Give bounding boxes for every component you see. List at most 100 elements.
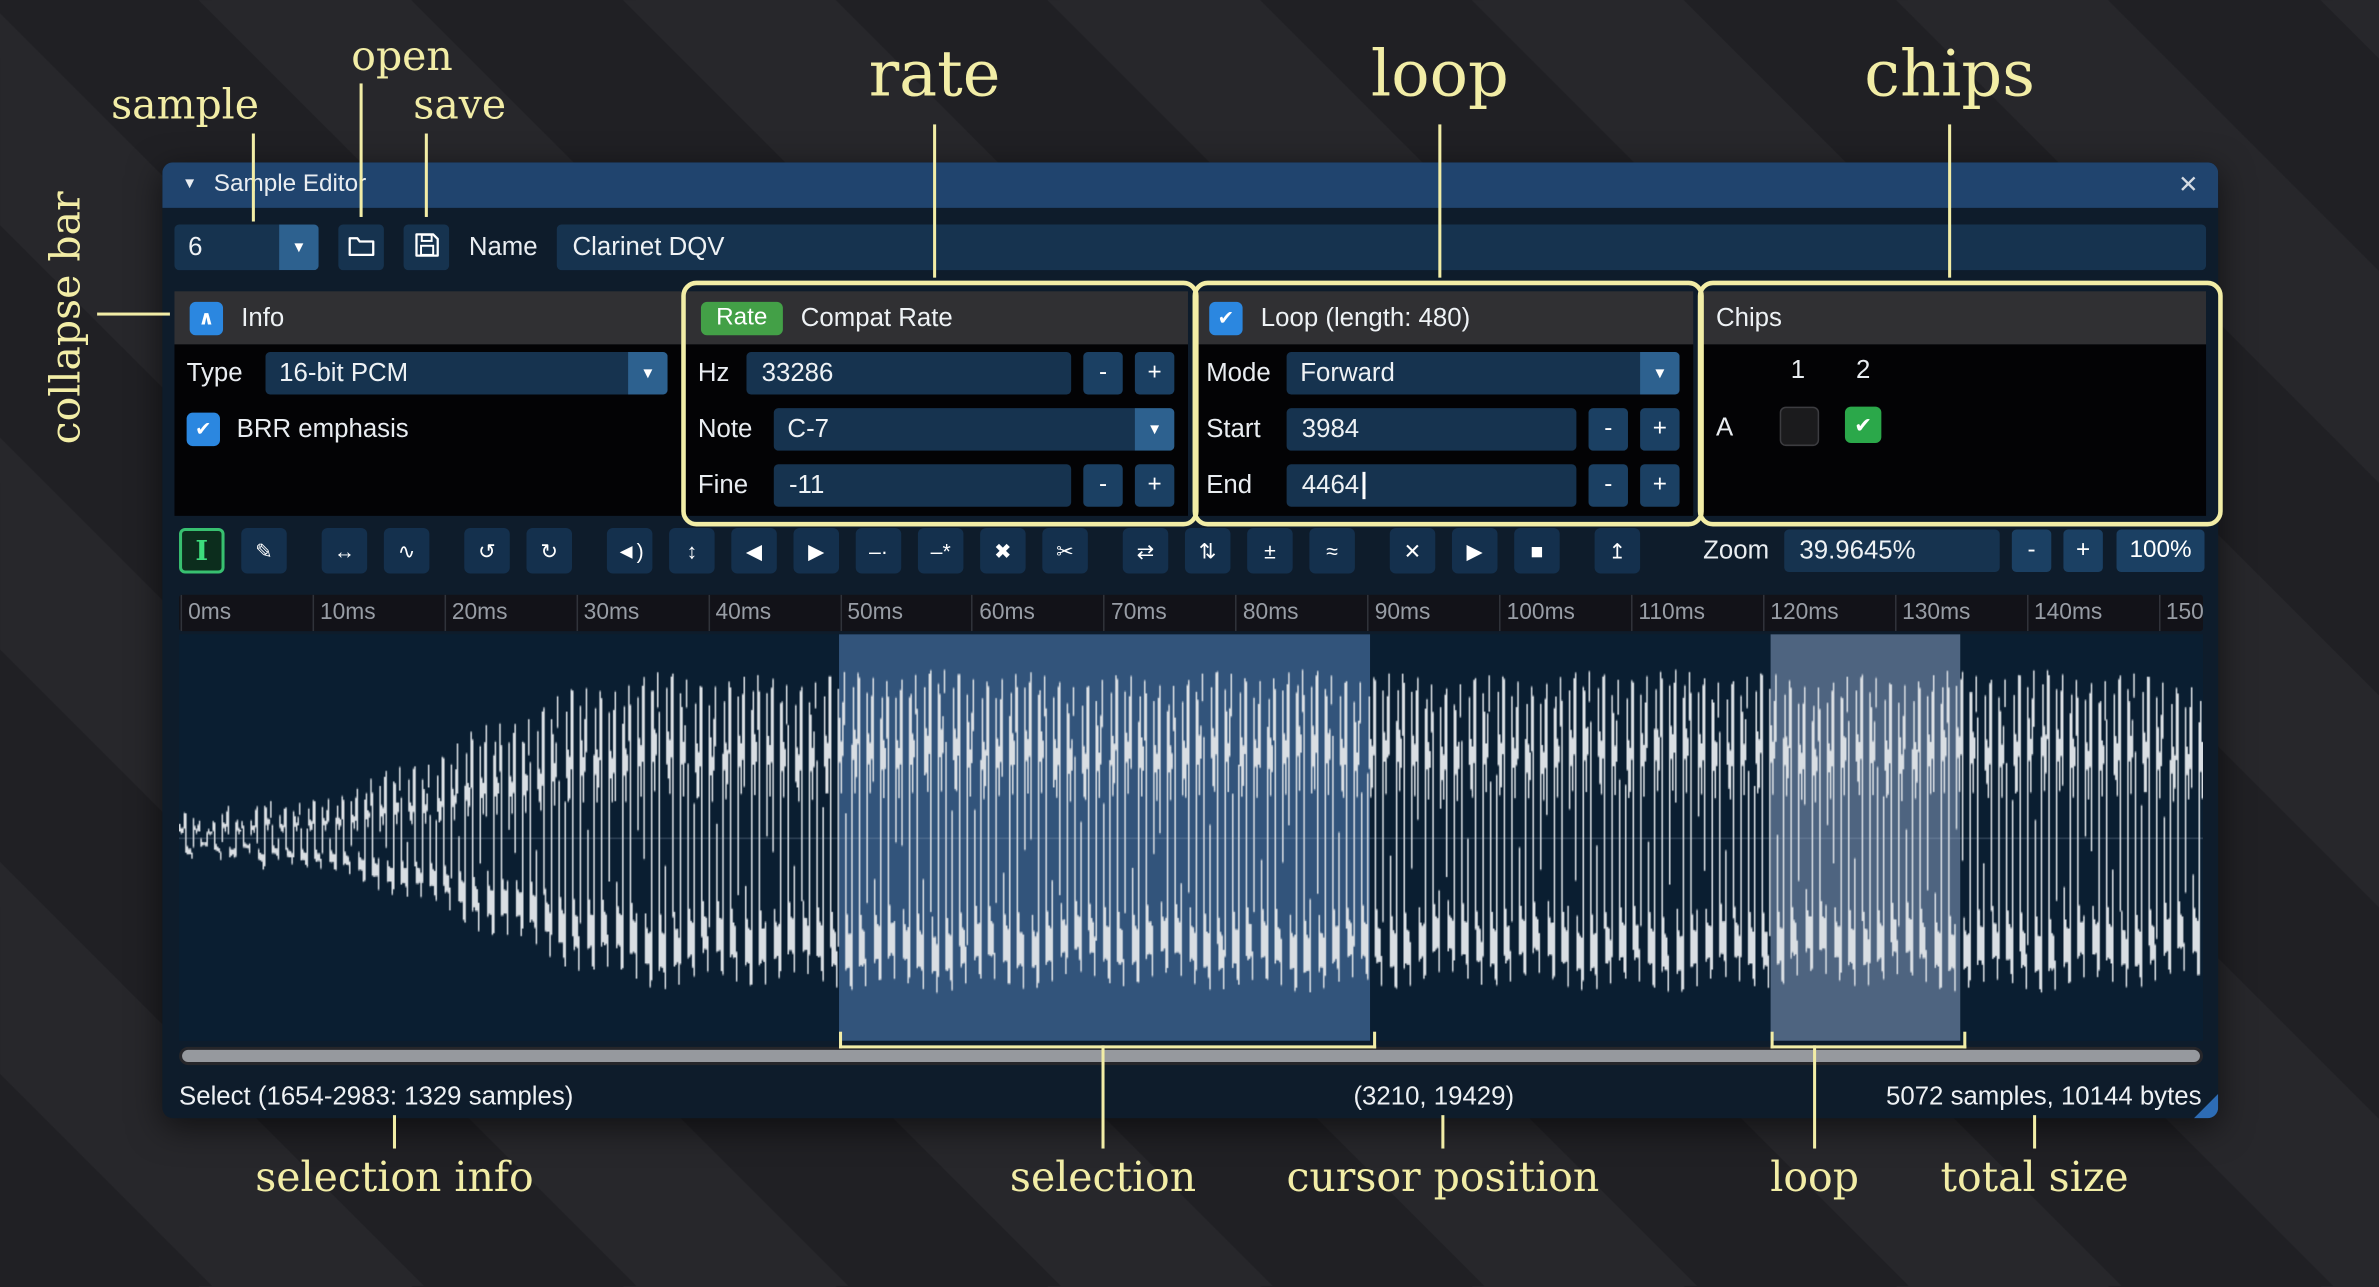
total-size-text: 5072 samples, 10144 bytes (1886, 1082, 2201, 1112)
apply-silence-button[interactable]: –* (918, 528, 964, 574)
annotation-line (933, 124, 936, 277)
hz-plus-button[interactable]: + (1135, 352, 1174, 394)
normalize-button[interactable]: ↕ (669, 528, 715, 574)
annotation-sample: sample (79, 82, 291, 129)
chips-section-header: Chips (1701, 291, 2206, 344)
fine-plus-button[interactable]: + (1135, 464, 1174, 506)
redo-icon: ↻ (540, 538, 558, 564)
zoom-input[interactable]: 39.9645% (1784, 530, 1999, 572)
draw-tool-button[interactable]: ✎ (241, 528, 287, 574)
rate-section-header: Rate Compat Rate (686, 291, 1188, 344)
chip-2-checkbox[interactable]: ✔ (1845, 407, 1881, 443)
stop-button[interactable]: ■ (1514, 528, 1560, 574)
loop-section-header: ✔ Loop (length: 480) (1194, 291, 1693, 344)
annotation-total-size: total size (1883, 1155, 2186, 1202)
sample-type-select[interactable]: 16-bit PCM ▼ (266, 352, 668, 394)
zoom-label: Zoom (1703, 536, 1769, 566)
select-tool-button[interactable]: I (179, 528, 225, 574)
name-input[interactable]: Clarinet DQV (557, 225, 2206, 271)
chip-1-checkbox[interactable] (1780, 407, 1819, 446)
collapse-info-button[interactable]: ∧ (190, 301, 223, 334)
invert-button[interactable]: ⇅ (1185, 528, 1231, 574)
ruler-tick (1763, 595, 1765, 631)
resize-grip[interactable] (2194, 1094, 2218, 1118)
chevron-down-icon[interactable]: ▼ (279, 225, 318, 271)
waveform-display[interactable] (179, 634, 2203, 1041)
reverse-button[interactable]: ⇄ (1123, 528, 1169, 574)
undo-button[interactable]: ↺ (464, 528, 510, 574)
resample-button[interactable]: ∿ (384, 528, 430, 574)
annotation-line (1102, 1045, 1105, 1148)
annotation-selection: selection (951, 1155, 1254, 1202)
trim-button[interactable]: ✂ (1042, 528, 1088, 574)
chip-row-label: A (1716, 413, 1733, 443)
screenshot-stage: ▼ Sample Editor ✕ 6 ▼ Name Clarinet DQV (0, 0, 2379, 1287)
invert-icon: ⇅ (1199, 538, 1217, 564)
loop-start-minus-button[interactable]: - (1589, 408, 1628, 450)
ruler-tick (1499, 595, 1501, 631)
resample-icon: ∿ (398, 538, 416, 564)
loop-end-input[interactable]: 4464 (1287, 464, 1577, 506)
crossfade-button[interactable]: ✕ (1390, 528, 1436, 574)
note-select[interactable]: C-7 ▼ (774, 408, 1175, 450)
annotation-line (1441, 1115, 1444, 1148)
reverse-icon: ⇄ (1137, 538, 1155, 564)
loop-section-body: Mode Forward ▼ Start 3984 - + End 4464 (1194, 344, 1693, 515)
insert-silence-button[interactable]: –· (856, 528, 902, 574)
timeline-ruler[interactable]: 0ms10ms20ms30ms40ms50ms60ms70ms80ms90ms1… (179, 595, 2203, 631)
preview-button[interactable]: ▶ (1452, 528, 1498, 574)
chip-column-1-label: 1 (1780, 355, 1816, 385)
fade-in-button[interactable]: ◀ (731, 528, 777, 574)
create-wavetable-button[interactable]: ↥ (1595, 528, 1641, 574)
loop-start-plus-button[interactable]: + (1640, 408, 1679, 450)
ruler-label: 10ms (320, 599, 376, 625)
chevron-down-icon[interactable]: ▼ (628, 352, 667, 394)
brr-emphasis-checkbox[interactable]: ✔ (187, 413, 220, 446)
window-collapse-icon[interactable]: ▼ (182, 178, 197, 193)
ruler-label: 100ms (1507, 599, 1575, 625)
ruler-label: 50ms (847, 599, 903, 625)
hz-input[interactable]: 33286 (746, 352, 1071, 394)
zoom-reset-button[interactable]: 100% (2117, 530, 2205, 572)
ruler-label: 30ms (584, 599, 640, 625)
fade-out-button[interactable]: ▶ (794, 528, 840, 574)
note-label: Note (698, 414, 774, 444)
trim-icon: ✂ (1056, 538, 1074, 564)
loop-mode-select[interactable]: Forward ▼ (1287, 352, 1680, 394)
zoom-value: 39.9645% (1799, 536, 1915, 566)
scrollbar-thumb[interactable] (182, 1050, 2200, 1062)
amplify-button[interactable]: ◄) (607, 528, 653, 574)
close-icon[interactable]: ✕ (2178, 170, 2198, 200)
info-section-body: Type 16-bit PCM ▼ ✔ BRR emphasis (174, 344, 681, 515)
redo-button[interactable]: ↻ (526, 528, 572, 574)
annotation-rate: rate (783, 36, 1086, 110)
insert-silence-icon: –· (869, 539, 888, 563)
rate-section-title: Compat Rate (801, 303, 953, 333)
loop-end-plus-button[interactable]: + (1640, 464, 1679, 506)
filter-button[interactable]: ≈ (1309, 528, 1355, 574)
hz-minus-button[interactable]: - (1083, 352, 1122, 394)
horizontal-scrollbar[interactable] (179, 1047, 2203, 1065)
delete-button[interactable]: ✖ (980, 528, 1026, 574)
resize-button[interactable]: ↔ (322, 528, 368, 574)
status-bar: Select (1654-2983: 1329 samples) (3210, … (162, 1074, 2218, 1118)
fine-input[interactable]: -11 (774, 464, 1071, 506)
loop-end-minus-button[interactable]: - (1589, 464, 1628, 506)
sample-number-select[interactable]: 6 ▼ (174, 225, 318, 271)
fine-minus-button[interactable]: - (1083, 464, 1122, 506)
chevron-down-icon[interactable]: ▼ (1135, 408, 1174, 450)
info-section: ∧ Info Type 16-bit PCM ▼ ✔ BRR emphasis (174, 291, 681, 516)
chevron-down-icon[interactable]: ▼ (1640, 352, 1679, 394)
zoom-minus-button[interactable]: - (2012, 530, 2051, 572)
ruler-label: 110ms (1638, 599, 1705, 625)
rate-badge[interactable]: Rate (701, 301, 783, 334)
loop-enable-checkbox[interactable]: ✔ (1209, 301, 1242, 334)
waveform-canvas (179, 634, 2203, 1041)
zoom-plus-button[interactable]: + (2063, 530, 2102, 572)
annotation-line (252, 134, 255, 222)
sign-invert-button[interactable]: ± (1247, 528, 1293, 574)
open-button[interactable] (338, 225, 384, 271)
loop-start-input[interactable]: 3984 (1287, 408, 1577, 450)
save-button[interactable] (404, 225, 450, 271)
annotation-cursor-position: cursor position (1246, 1155, 1640, 1202)
